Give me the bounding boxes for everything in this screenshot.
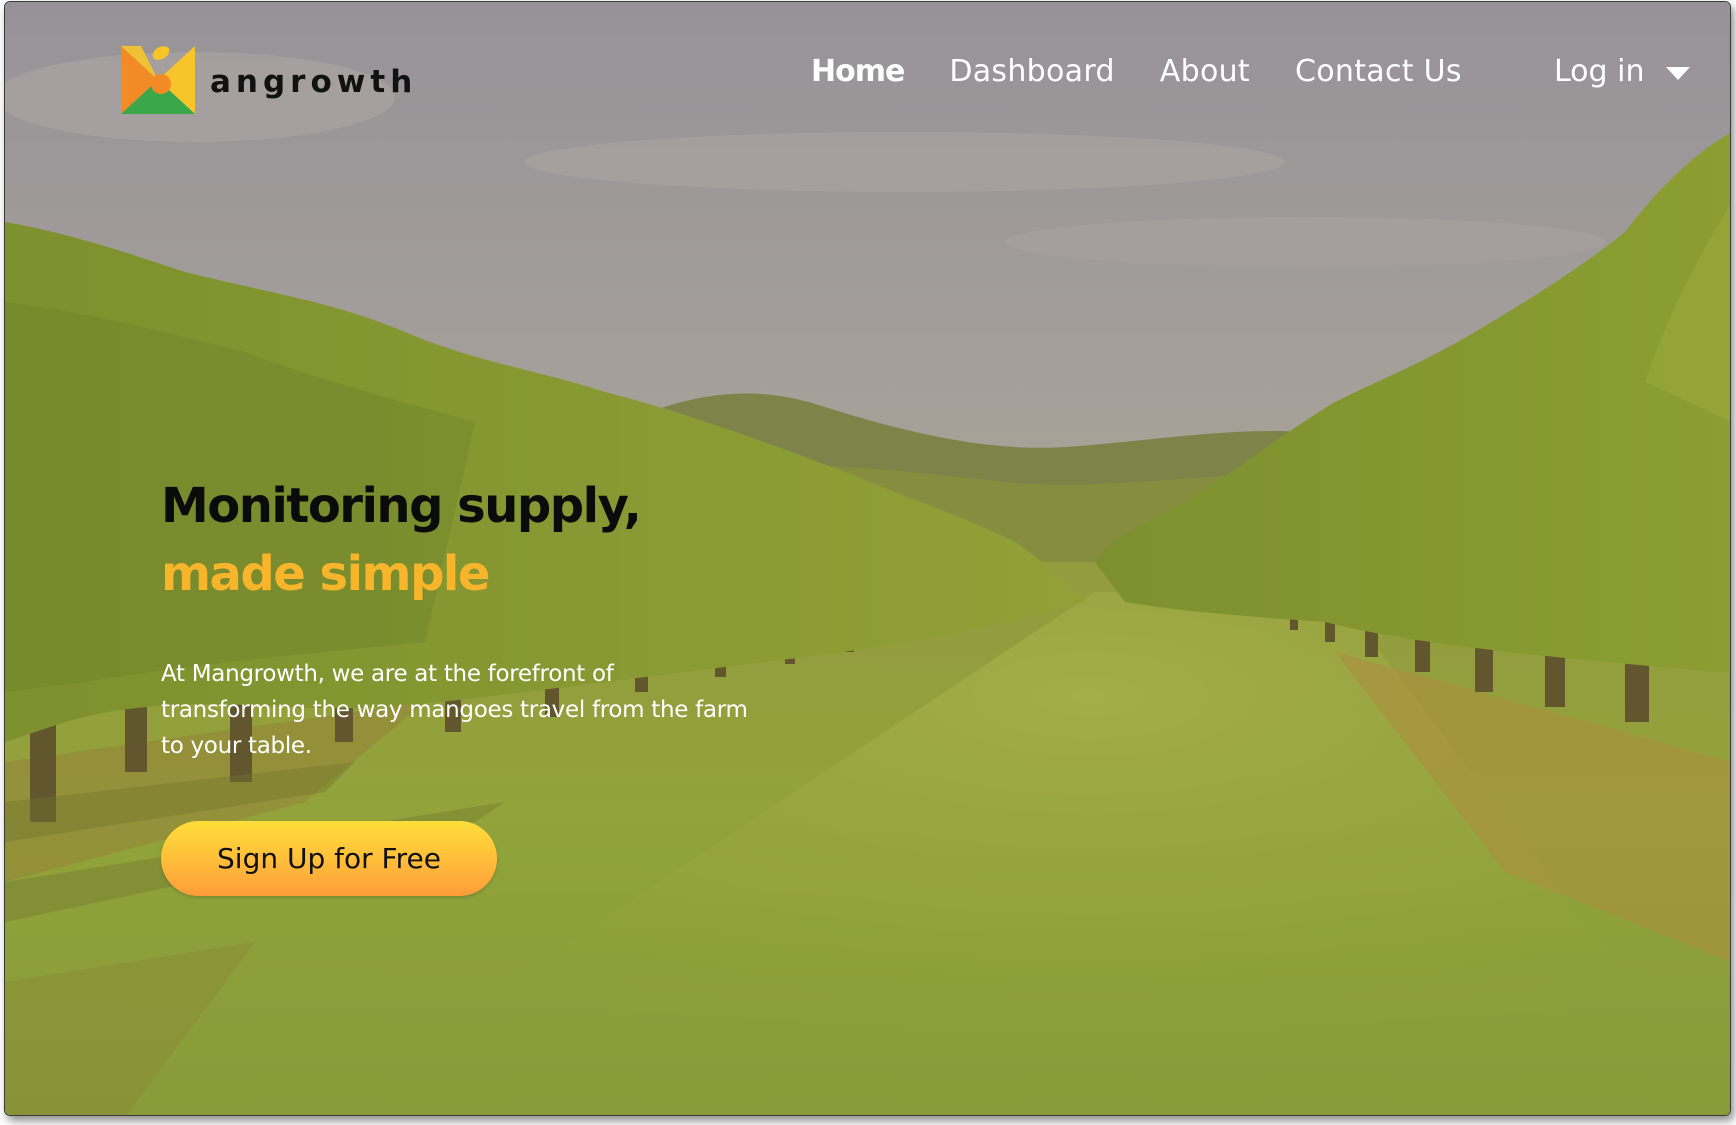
login-label: Log in xyxy=(1554,54,1645,89)
hero-headline: Monitoring supply, made simple xyxy=(161,472,881,608)
login-dropdown[interactable]: Log in xyxy=(1554,54,1691,89)
browser-frame: angrowth Home Dashboard About Contact Us… xyxy=(4,1,1731,1116)
nav-about[interactable]: About xyxy=(1160,54,1250,89)
nav-dashboard[interactable]: Dashboard xyxy=(949,54,1114,89)
headline-accent: made simple xyxy=(161,546,490,602)
hero-description: At Mangrowth, we are at the forefront of… xyxy=(161,661,748,759)
mango-logo-icon xyxy=(121,46,195,114)
hero-section: Monitoring supply, made simple At Mangro… xyxy=(161,472,881,764)
nav-home[interactable]: Home xyxy=(811,54,905,89)
main-menu: Home Dashboard About Contact Us xyxy=(811,54,1507,89)
sign-up-button[interactable]: Sign Up for Free xyxy=(161,821,497,896)
brand-logo[interactable]: angrowth xyxy=(121,46,417,114)
headline-primary: Monitoring supply, xyxy=(161,478,642,534)
brand-name: angrowth xyxy=(210,64,418,100)
nav-contact-us[interactable]: Contact Us xyxy=(1295,54,1462,89)
top-navigation: angrowth Home Dashboard About Contact Us… xyxy=(5,2,1730,152)
chevron-down-icon xyxy=(1666,67,1691,80)
